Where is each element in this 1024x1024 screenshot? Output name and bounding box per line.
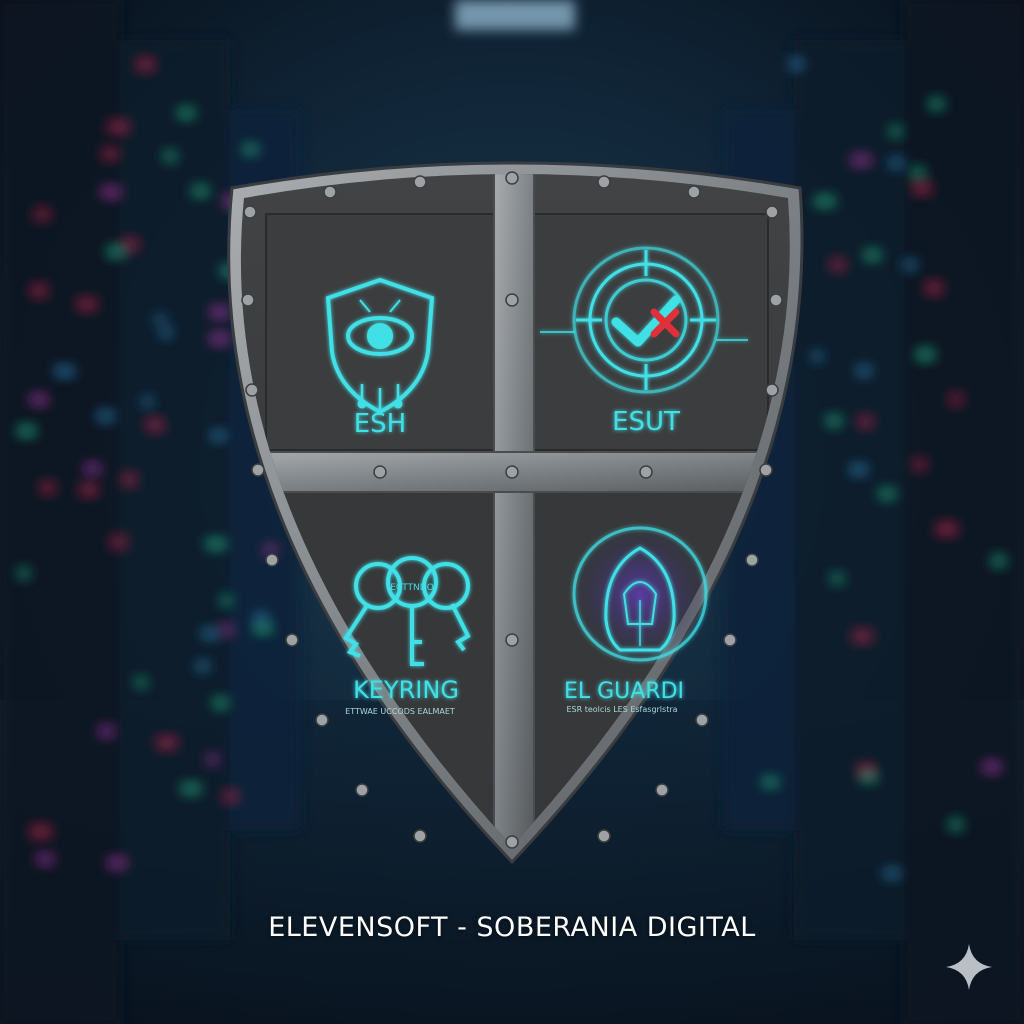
esut-label: ESUT bbox=[612, 407, 680, 437]
caption: ELEVENSOFT - SOBERANIA DIGITAL bbox=[268, 912, 756, 943]
key-tag: ECTTNDO bbox=[390, 583, 434, 593]
scene: ESH ESUT ECTTNDO KEYRING ETTWAE UCCODS E… bbox=[0, 0, 1024, 1024]
sparkle-icon bbox=[946, 944, 992, 990]
keyring-sublabel: ETTWAE UCCODS EALMAET bbox=[345, 707, 455, 716]
guardian-sublabel: ESR teolcis LES Esfasgrlstra bbox=[566, 705, 677, 714]
esh-label: ESH bbox=[354, 409, 406, 439]
shield-illustration: ESH ESUT ECTTNDO KEYRING ETTWAE UCCODS E… bbox=[0, 0, 1024, 1024]
keyring-label: KEYRING bbox=[353, 676, 459, 704]
hooded-figure-icon bbox=[570, 524, 710, 664]
guardian-label: EL GUARDI bbox=[564, 679, 684, 704]
